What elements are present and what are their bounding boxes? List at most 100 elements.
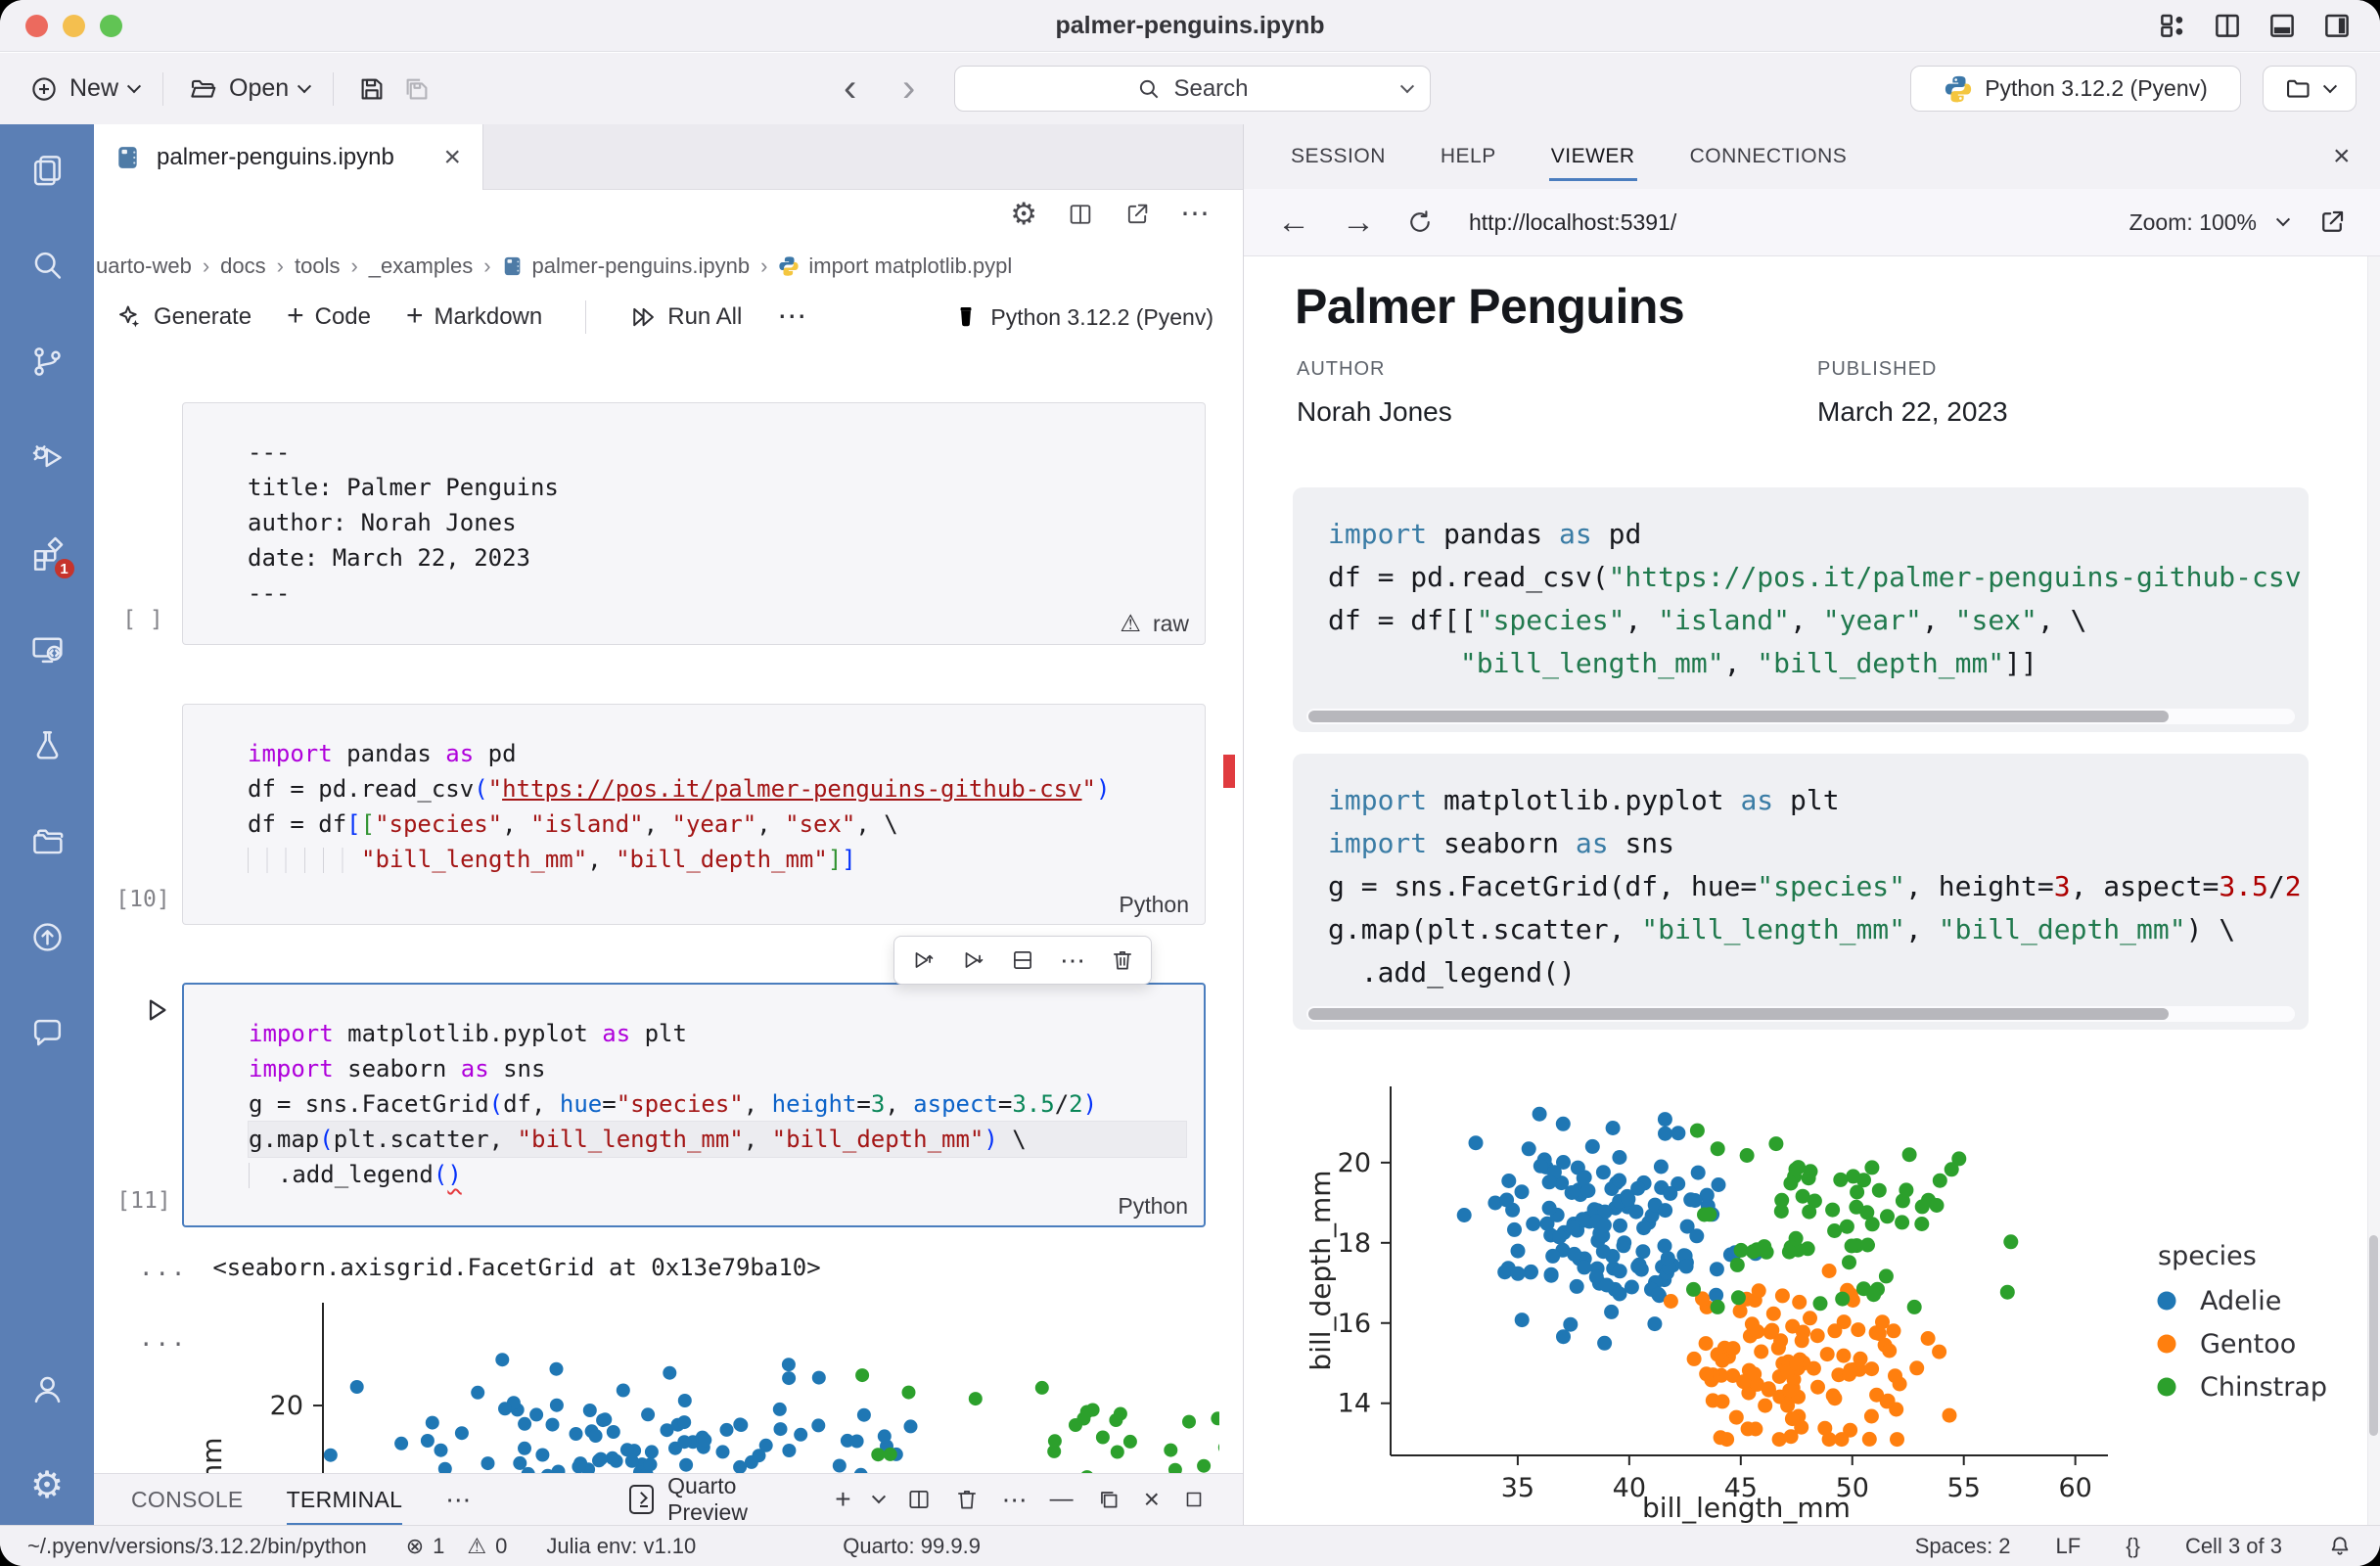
julia-env-status[interactable]: Julia env: v1.10 bbox=[546, 1534, 696, 1559]
more-tabs-icon[interactable]: ⋯ bbox=[445, 1485, 471, 1515]
cell-language-label[interactable]: Python bbox=[1119, 892, 1189, 918]
eol-status[interactable]: LF bbox=[2056, 1534, 2082, 1559]
scatter-point bbox=[1545, 1249, 1560, 1264]
scatter-point bbox=[1628, 1205, 1643, 1220]
zoom-level-label[interactable]: Zoom: 100% bbox=[2129, 209, 2257, 236]
source-control-icon[interactable] bbox=[29, 344, 66, 380]
search-input[interactable]: Search bbox=[954, 66, 1431, 112]
back-icon[interactable]: ← bbox=[1277, 206, 1310, 239]
interpreter-path[interactable]: ~/.pyenv/versions/3.12.2/bin/python bbox=[27, 1534, 367, 1559]
save-all-button[interactable] bbox=[402, 74, 432, 104]
testing-icon[interactable] bbox=[29, 727, 66, 763]
legend-marker bbox=[2158, 1335, 2176, 1354]
folder-library-icon[interactable] bbox=[29, 823, 66, 859]
notifications-bell-icon[interactable] bbox=[2327, 1534, 2353, 1559]
maximize-panel-icon[interactable] bbox=[1096, 1487, 1121, 1512]
toggle-secondary-sidebar-icon[interactable] bbox=[2319, 8, 2355, 43]
run-cell-button[interactable] bbox=[137, 991, 174, 1029]
new-button[interactable]: New bbox=[29, 74, 139, 104]
add-markdown-cell-button[interactable]: + Markdown bbox=[406, 303, 542, 331]
tab-viewer[interactable]: VIEWER bbox=[1551, 124, 1635, 189]
run-all-button[interactable]: Run All bbox=[629, 303, 742, 331]
customize-layout-icon[interactable] bbox=[2155, 8, 2190, 43]
open-external-icon[interactable] bbox=[1123, 201, 1151, 228]
breadcrumb-item-cell[interactable]: import matplotlib.pypl bbox=[778, 253, 1012, 279]
more-cell-actions-icon[interactable]: ⋯ bbox=[1060, 947, 1085, 973]
split-cell-icon[interactable] bbox=[1010, 947, 1035, 973]
scatter-point bbox=[1621, 1192, 1635, 1207]
tab-session[interactable]: SESSION bbox=[1291, 124, 1386, 189]
tab-connections[interactable]: CONNECTIONS bbox=[1690, 124, 1848, 189]
cell-language-label[interactable]: ⚠ raw bbox=[1120, 610, 1189, 638]
chevron-down-icon[interactable] bbox=[2276, 212, 2290, 226]
breadcrumb-item[interactable]: uarto-web bbox=[96, 253, 192, 279]
run-cells-below-icon[interactable] bbox=[960, 947, 985, 973]
more-actions-icon[interactable]: ⋯ bbox=[1180, 200, 1210, 229]
restore-panel-icon[interactable] bbox=[1182, 1488, 1206, 1511]
search-sidebar-icon[interactable] bbox=[29, 248, 66, 284]
language-braces-status[interactable]: {} bbox=[2126, 1534, 2140, 1559]
scatter-point bbox=[1827, 1391, 1842, 1405]
explorer-icon[interactable] bbox=[29, 152, 66, 188]
toggle-panel-icon[interactable] bbox=[2265, 8, 2300, 43]
kernel-selector[interactable]: Python 3.12.2 (Pyenv) bbox=[953, 304, 1213, 331]
terminal-session-quarto-preview[interactable]: Quarto Preview bbox=[629, 1473, 792, 1525]
split-editor-icon[interactable] bbox=[1067, 201, 1094, 228]
interpreter-selector[interactable]: Python 3.12.2 (Pyenv) bbox=[1910, 66, 2241, 112]
settings-gear-icon[interactable]: ⚙ bbox=[29, 1467, 66, 1503]
open-in-browser-icon[interactable] bbox=[2317, 207, 2347, 237]
run-cells-above-icon[interactable] bbox=[910, 947, 936, 973]
split-editor-icon[interactable] bbox=[2210, 8, 2245, 43]
indentation-status[interactable]: Spaces: 2 bbox=[1915, 1534, 2011, 1559]
new-terminal-icon[interactable]: + bbox=[835, 1486, 850, 1513]
navigate-back-icon[interactable]: ‹ bbox=[844, 53, 856, 124]
workspace-folder-button[interactable] bbox=[2263, 66, 2357, 112]
delete-cell-icon[interactable] bbox=[1110, 947, 1135, 973]
open-button[interactable]: Open bbox=[187, 74, 309, 104]
forward-icon[interactable]: → bbox=[1342, 206, 1375, 239]
more-actions-icon[interactable]: ⋯ bbox=[777, 302, 806, 332]
y-axis-label: bill_depth_mm bbox=[1304, 1170, 1337, 1370]
account-icon[interactable] bbox=[29, 1371, 66, 1407]
reload-icon[interactable] bbox=[1406, 208, 1434, 236]
vertical-scrollbar-thumb[interactable] bbox=[2369, 1235, 2378, 1436]
more-panel-actions-icon[interactable]: ⋯ bbox=[1002, 1487, 1028, 1512]
breadcrumb-item[interactable]: docs bbox=[220, 253, 265, 279]
close-tab-icon[interactable]: × bbox=[443, 143, 461, 172]
scrollbar-thumb[interactable] bbox=[1308, 711, 2169, 722]
cell-position-status[interactable]: Cell 3 of 3 bbox=[2185, 1534, 2282, 1559]
close-panel-icon[interactable]: × bbox=[1144, 1486, 1160, 1513]
tab-terminal[interactable]: TERMINAL bbox=[287, 1474, 403, 1526]
publish-icon[interactable] bbox=[29, 919, 66, 955]
kill-terminal-trash-icon[interactable] bbox=[954, 1487, 980, 1512]
output-collapse-toggle[interactable]: ... bbox=[139, 1324, 187, 1352]
generate-button[interactable]: Generate bbox=[115, 303, 252, 331]
extensions-icon[interactable]: 1 bbox=[29, 535, 66, 572]
notebook-cell-raw[interactable]: [ ] ---title: Palmer Penguinsauthor: Nor… bbox=[182, 402, 1206, 645]
chevron-down-icon[interactable] bbox=[872, 1490, 886, 1503]
quarto-version-status[interactable]: Quarto: 99.9.9 bbox=[843, 1534, 981, 1559]
split-terminal-icon[interactable] bbox=[906, 1487, 932, 1512]
add-code-cell-button[interactable]: + Code bbox=[287, 303, 371, 331]
output-collapse-toggle[interactable]: ... bbox=[139, 1254, 187, 1281]
scrollbar-thumb[interactable] bbox=[1308, 1008, 2169, 1020]
breadcrumb-item[interactable]: tools bbox=[295, 253, 340, 279]
notebook-cell-pandas[interactable]: [10] import pandas as pddf = pd.read_csv… bbox=[182, 704, 1206, 925]
problems-status[interactable]: ⊗ 1 ⚠ 0 bbox=[406, 1534, 508, 1559]
cell-language-label[interactable]: Python bbox=[1118, 1193, 1188, 1220]
tab-palmer-penguins[interactable]: palmer-penguins.ipynb × bbox=[94, 124, 483, 190]
save-button[interactable] bbox=[357, 74, 387, 104]
notebook-cell-seaborn-selected[interactable]: [11] import matplotlib.pyplot as pltimpo… bbox=[182, 983, 1206, 1227]
close-panel-icon[interactable]: × bbox=[2333, 140, 2351, 173]
breadcrumb-item[interactable]: _examples bbox=[369, 253, 473, 279]
chat-icon[interactable] bbox=[29, 1015, 66, 1051]
url-field[interactable]: http://localhost:5391/ bbox=[1469, 209, 1676, 236]
minimize-panel-icon[interactable]: — bbox=[1050, 1488, 1074, 1511]
navigate-forward-icon[interactable]: › bbox=[902, 53, 915, 124]
breadcrumb-item-notebook[interactable]: palmer-penguins.ipynb bbox=[502, 253, 751, 279]
run-debug-icon[interactable] bbox=[29, 439, 66, 476]
notebook-settings-gear-icon[interactable]: ⚙ bbox=[1010, 199, 1037, 229]
tab-help[interactable]: HELP bbox=[1441, 124, 1496, 189]
tab-console[interactable]: CONSOLE bbox=[131, 1474, 244, 1526]
remote-sessions-icon[interactable] bbox=[29, 631, 66, 668]
